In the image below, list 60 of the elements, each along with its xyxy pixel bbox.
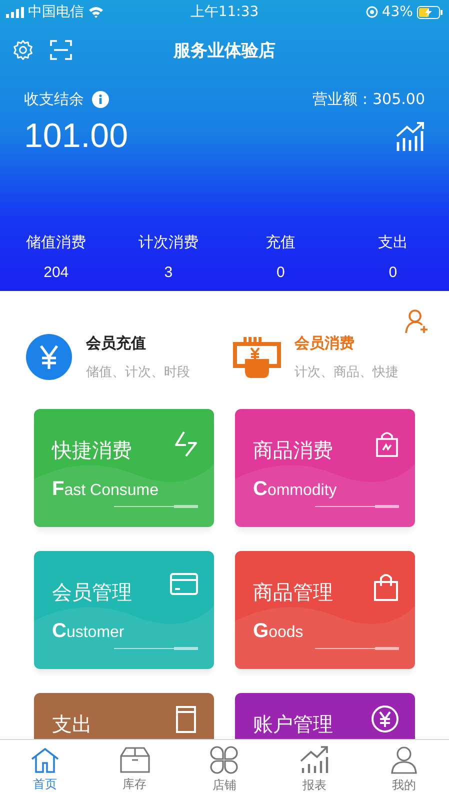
action-subtitle: 计次、商品、快捷	[294, 364, 398, 380]
card-icon	[170, 573, 198, 595]
menu-card[interactable]: 商品管理 Goods	[235, 551, 415, 669]
card-subtitle: Customer	[52, 620, 126, 643]
action-subtitle: 储值、计次、时段	[86, 364, 190, 380]
box-icon	[120, 747, 150, 773]
stat-label: 计次消费	[138, 233, 198, 252]
card-title: 支出	[52, 711, 92, 738]
chart-trend-icon	[299, 746, 330, 774]
menu-card[interactable]: 快捷消费 Fast Consume	[34, 409, 214, 527]
info-icon[interactable]	[92, 91, 109, 108]
settings-icon[interactable]	[12, 39, 34, 61]
scan-icon[interactable]	[50, 39, 72, 61]
card-subtitle: Fast Consume	[52, 478, 160, 501]
chart-trend-icon[interactable]	[395, 122, 425, 152]
balance-label: 收支结余	[24, 90, 84, 109]
clock-time: 上午11:33	[190, 3, 259, 21]
stat-value: 3	[164, 264, 173, 281]
coin-icon	[371, 705, 399, 733]
shopping-bag-icon	[373, 573, 399, 601]
menu-card[interactable]: 商品消费 Commodity	[235, 409, 415, 527]
card-title: 账户管理	[253, 711, 333, 738]
card-title: 商品管理	[253, 579, 333, 606]
wifi-icon	[88, 6, 104, 18]
menu-card[interactable]: 支出	[34, 693, 214, 739]
stat-value: 204	[44, 264, 69, 281]
card-title: 会员管理	[52, 579, 132, 606]
tab-item[interactable]: 库存	[90, 740, 180, 800]
home-icon	[30, 747, 60, 773]
clover-icon	[210, 746, 238, 774]
add-user-icon[interactable]	[405, 309, 429, 335]
payment-card-icon[interactable]	[232, 335, 280, 379]
stat-value: 0	[276, 264, 285, 281]
card-title: 商品消费	[253, 437, 333, 464]
tab-item[interactable]: 首页	[0, 740, 90, 800]
tab-item[interactable]: 报表	[269, 740, 360, 800]
lightning-icon	[174, 431, 198, 457]
tab-item[interactable]: 店铺	[180, 740, 270, 800]
tab-item[interactable]: 我的	[359, 740, 449, 800]
card-subtitle: Goods	[253, 620, 304, 643]
balance-amount: 101.00	[24, 117, 128, 156]
yen-coin-icon[interactable]	[26, 334, 72, 380]
action-title[interactable]: 会员充值	[86, 334, 190, 352]
card-subtitle: Commodity	[253, 478, 338, 501]
card-title: 快捷消费	[52, 437, 132, 464]
carrier-name: 中国电信	[28, 3, 84, 21]
battery-icon	[416, 6, 443, 18]
menu-card[interactable]: 会员管理 Customer	[34, 551, 214, 669]
store-title: 服务业体验店	[174, 40, 276, 62]
stat-value: 0	[388, 264, 398, 281]
stat-label: 储值消费	[26, 233, 86, 252]
shopping-bag-icon	[375, 431, 399, 457]
signal-icon	[6, 6, 24, 18]
action-title[interactable]: 会员消费	[294, 334, 398, 352]
user-icon	[390, 746, 418, 774]
revenue-text: 营业额：305.00	[312, 90, 425, 109]
stat-label: 支出	[378, 233, 408, 252]
stat-label: 充值	[266, 233, 296, 252]
battery-percent: 43%	[382, 4, 413, 20]
menu-card[interactable]: 账户管理	[235, 693, 415, 739]
